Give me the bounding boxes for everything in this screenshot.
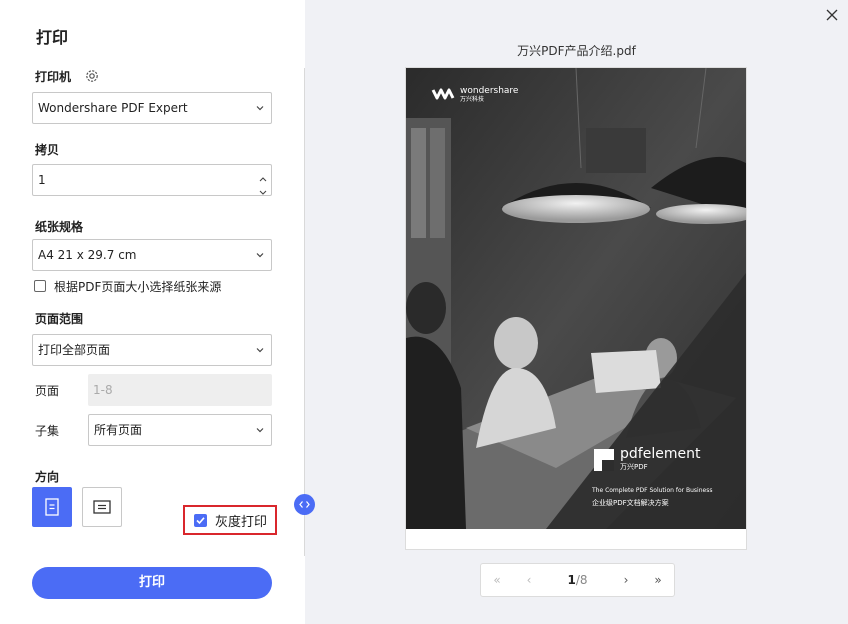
copies-label: 拷贝	[35, 143, 60, 157]
auto-paper-source-checkbox[interactable]	[34, 280, 46, 292]
stepper-arrows[interactable]	[257, 167, 269, 195]
page-navigator: « ‹ 1/8 › »	[480, 563, 675, 597]
dialog-title: 打印	[36, 28, 69, 47]
tagline-en: The Complete PDF Solution for Business	[592, 487, 713, 494]
tagline-cn: 企业级PDF文档解决方案	[592, 499, 669, 507]
grayscale-checkbox[interactable]	[194, 513, 207, 527]
brand-subtitle: 万兴科技	[460, 96, 485, 103]
first-page-icon[interactable]: «	[481, 573, 513, 587]
page-range-label: 页面范围	[35, 312, 84, 326]
paper-size-select[interactable]: A4 21 x 29.7 cm	[32, 239, 272, 271]
checkmark-icon	[196, 516, 205, 524]
orientation-label: 方向	[35, 470, 60, 484]
portrait-icon	[45, 498, 59, 516]
auto-paper-source-label: 根据PDF页面大小选择纸张来源	[54, 279, 222, 294]
brand-name: wondershare	[460, 86, 519, 96]
page-preview: wondershare 万兴科技 pdfelement 万兴PDF The Co…	[405, 67, 747, 550]
grayscale-label: 灰度打印	[215, 514, 268, 530]
paper-size-label: 纸张规格	[35, 220, 84, 234]
close-icon[interactable]	[826, 9, 838, 21]
page-range-value: 打印全部页面	[38, 343, 111, 357]
subset-label: 子集	[35, 424, 60, 438]
grayscale-print-option[interactable]: 灰度打印	[183, 505, 277, 535]
pages-input: 1-8	[88, 374, 272, 406]
gear-icon[interactable]	[84, 68, 100, 84]
landscape-icon	[93, 500, 111, 514]
paper-size-value: A4 21 x 29.7 cm	[38, 248, 137, 262]
chevron-up-icon[interactable]	[257, 167, 269, 182]
total-pages: /8	[575, 573, 588, 587]
prev-page-icon[interactable]: ‹	[513, 573, 545, 587]
preview-panel: 万兴PDF产品介绍.pdf wondershare 万兴科技 pdfelemen…	[305, 0, 848, 624]
print-button[interactable]: 打印	[32, 567, 272, 599]
product-subtitle: 万兴PDF	[620, 463, 648, 471]
pdfelement-brand: pdfelement 万兴PDF	[620, 446, 700, 472]
chevron-down-icon	[256, 348, 264, 353]
printer-select[interactable]: Wondershare PDF Expert	[32, 92, 272, 124]
current-page: 1	[567, 573, 576, 587]
landscape-button[interactable]	[82, 487, 122, 527]
printer-value: Wondershare PDF Expert	[38, 101, 188, 115]
portrait-button[interactable]	[32, 487, 72, 527]
chevron-left-right-icon	[299, 501, 310, 508]
page-indicator: 1/8	[545, 573, 610, 587]
product-name: pdfelement	[620, 446, 701, 462]
printer-label: 打印机	[35, 70, 72, 84]
cover-image: wondershare 万兴科技 pdfelement 万兴PDF The Co…	[406, 68, 746, 529]
copies-stepper[interactable]: 1	[32, 164, 272, 196]
collapse-toggle-button[interactable]	[294, 494, 315, 515]
auto-paper-source-option[interactable]: 根据PDF页面大小选择纸张来源	[34, 278, 221, 294]
pages-label: 页面	[35, 384, 60, 398]
copies-value: 1	[38, 173, 46, 187]
chevron-down-icon	[256, 428, 264, 433]
chevron-down-icon	[256, 253, 264, 258]
chevron-down-icon[interactable]	[257, 180, 269, 195]
cover-tagline: The Complete PDF Solution for Business 企…	[592, 485, 712, 509]
wondershare-brand: wondershare 万兴科技	[460, 87, 518, 104]
last-page-icon[interactable]: »	[642, 573, 674, 587]
next-page-icon[interactable]: ›	[610, 573, 642, 587]
print-settings-panel: 打印 打印机 Wondershare PDF Expert 拷贝 1 纸张规格 …	[0, 0, 305, 624]
subset-value: 所有页面	[94, 423, 143, 437]
chevron-down-icon	[256, 106, 264, 111]
document-title: 万兴PDF产品介绍.pdf	[517, 44, 636, 58]
subset-select[interactable]: 所有页面	[88, 414, 272, 446]
page-range-select[interactable]: 打印全部页面	[32, 334, 272, 366]
